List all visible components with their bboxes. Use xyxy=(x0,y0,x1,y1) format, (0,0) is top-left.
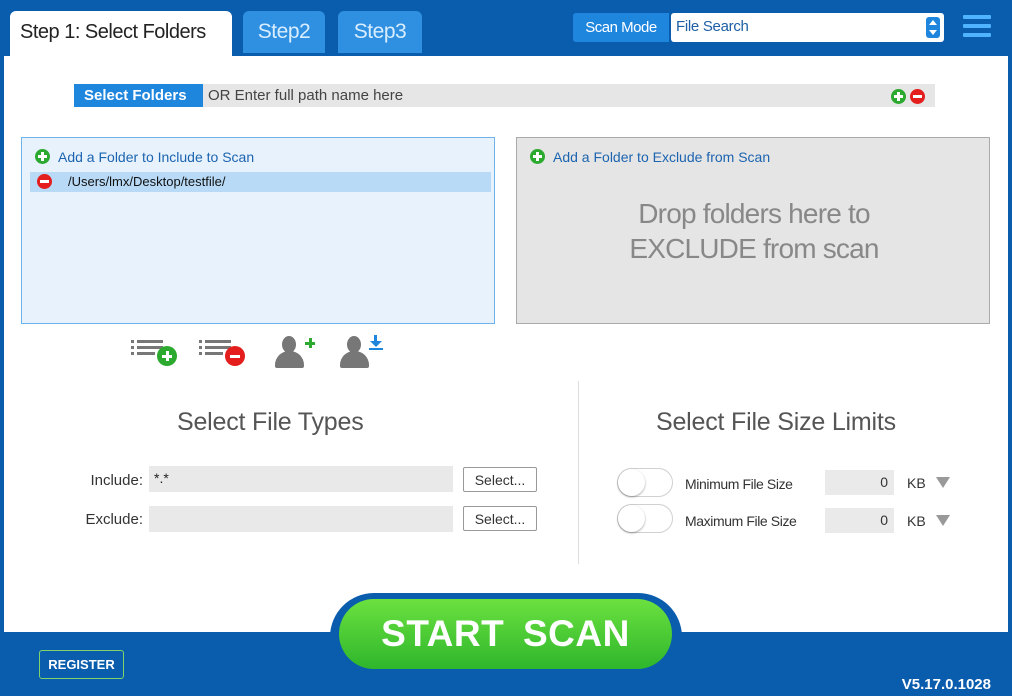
path-bar: Select Folders OR Enter full path name h… xyxy=(74,84,935,107)
include-types-input[interactable]: *.* xyxy=(149,466,453,492)
hamburger-menu-icon[interactable] xyxy=(963,15,991,39)
path-input[interactable]: OR Enter full path name here xyxy=(208,87,403,104)
main-panel: Select Folders OR Enter full path name h… xyxy=(4,56,1008,632)
remove-list-icon[interactable] xyxy=(199,334,245,370)
file-size-title: Select File Size Limits xyxy=(656,408,896,436)
tab-step3[interactable]: Step3 xyxy=(338,11,422,53)
add-user-icon[interactable] xyxy=(274,334,320,370)
exclude-types-input[interactable] xyxy=(149,506,453,532)
add-include-folder[interactable]: Add a Folder to Include to Scan xyxy=(35,149,254,165)
dropdown-arrow-icon[interactable] xyxy=(936,477,950,488)
register-button[interactable]: REGISTER xyxy=(39,650,124,679)
exclude-label: Exclude: xyxy=(85,511,143,528)
remove-path-icon[interactable] xyxy=(910,89,925,105)
file-types-title: Select File Types xyxy=(177,408,364,436)
drop-zone-text: Drop folders here to EXCLUDE from scan xyxy=(517,196,991,266)
add-path-icon[interactable] xyxy=(890,89,906,105)
scan-mode-value: File Search xyxy=(676,18,749,35)
select-arrows-icon xyxy=(926,17,940,38)
max-size-toggle[interactable] xyxy=(617,504,673,533)
scan-mode-label: Scan Mode xyxy=(573,13,669,42)
version-label: V5.17.0.1028 xyxy=(901,676,991,693)
min-size-label: Minimum File Size xyxy=(685,476,793,492)
folder-toolbar xyxy=(131,334,391,370)
user-download-icon[interactable] xyxy=(339,334,385,370)
exclude-header-label: Add a Folder to Exclude from Scan xyxy=(553,149,771,165)
include-header-label: Add a Folder to Include to Scan xyxy=(58,149,255,165)
include-label: Include: xyxy=(90,472,143,489)
dropdown-arrow-icon[interactable] xyxy=(936,515,950,526)
drop-line-2: EXCLUDE from scan xyxy=(629,233,879,264)
min-size-input[interactable]: 0 xyxy=(825,470,894,495)
include-select-button[interactable]: Select... xyxy=(463,467,537,492)
add-icon xyxy=(530,149,545,164)
path-bar-icons xyxy=(890,88,925,106)
list-item[interactable]: /Users/lmx/Desktop/testfile/ xyxy=(30,172,491,192)
remove-icon[interactable] xyxy=(37,174,52,189)
include-path: /Users/lmx/Desktop/testfile/ xyxy=(68,174,226,189)
add-list-icon[interactable] xyxy=(131,334,177,370)
tab-step2[interactable]: Step2 xyxy=(243,11,325,53)
start-scan-button[interactable]: START SCAN xyxy=(339,599,672,669)
scan-mode-control: Scan Mode File Search xyxy=(573,13,945,42)
exclude-select-button[interactable]: Select... xyxy=(463,506,537,531)
select-folders-button[interactable]: Select Folders xyxy=(74,84,203,107)
max-size-unit[interactable]: KB xyxy=(907,513,926,529)
min-size-unit[interactable]: KB xyxy=(907,475,926,491)
add-exclude-folder[interactable]: Add a Folder to Exclude from Scan xyxy=(530,149,770,165)
add-icon xyxy=(35,149,50,164)
drop-line-1: Drop folders here to xyxy=(638,198,870,229)
include-folders-panel[interactable]: Add a Folder to Include to Scan /Users/l… xyxy=(21,137,495,324)
max-size-input[interactable]: 0 xyxy=(825,508,894,533)
exclude-folders-panel[interactable]: Add a Folder to Exclude from Scan Drop f… xyxy=(516,137,990,324)
tab-step1[interactable]: Step 1: Select Folders xyxy=(10,11,232,56)
max-size-label: Maximum File Size xyxy=(685,513,797,529)
header-bar: Step 1: Select Folders Step2 Step3 Scan … xyxy=(0,0,1012,56)
scan-mode-select[interactable]: File Search xyxy=(671,13,944,42)
min-size-toggle[interactable] xyxy=(617,468,673,497)
section-divider xyxy=(578,381,579,564)
